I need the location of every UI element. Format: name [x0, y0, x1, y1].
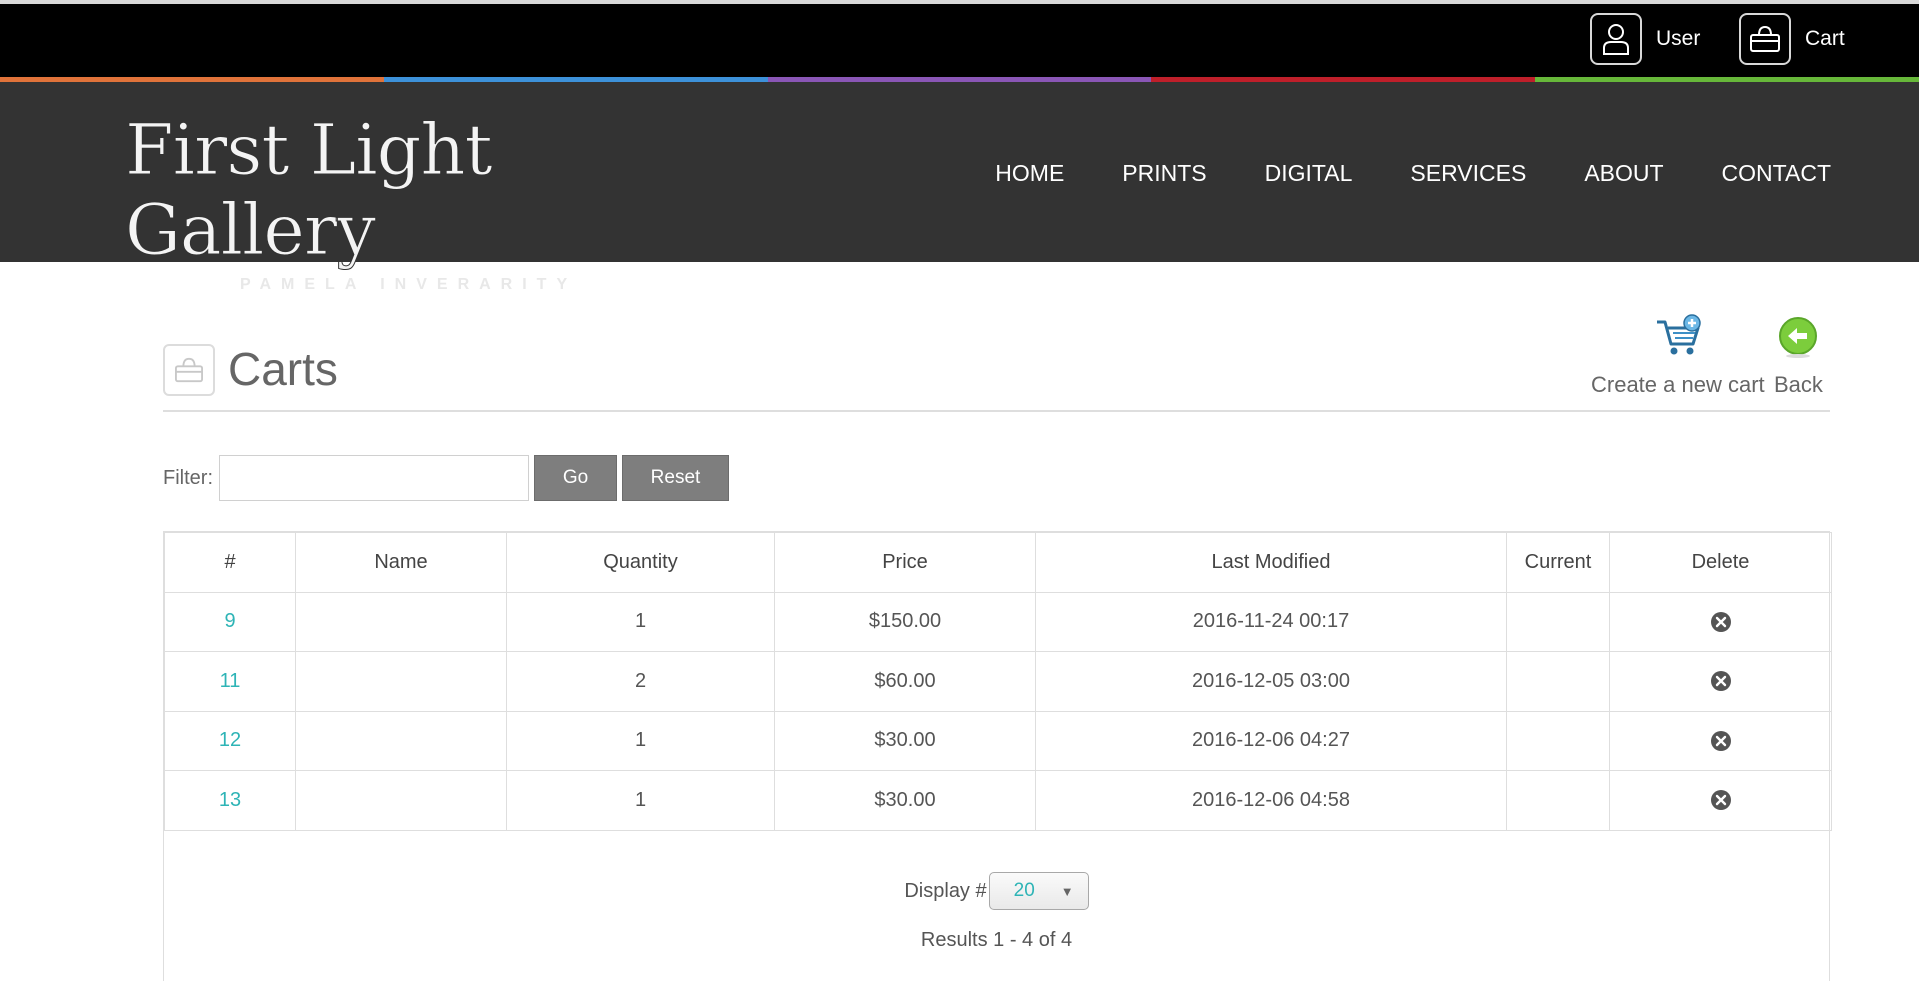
table-row: 13 1 $30.00 2016-12-06 04:58: [164, 770, 1832, 831]
cart-name: [295, 770, 507, 831]
column-header-delete: Delete: [1609, 532, 1832, 593]
table-row: 12 1 $30.00 2016-12-06 04:27: [164, 710, 1832, 771]
filter-input[interactable]: [219, 455, 529, 501]
cart-current: [1506, 710, 1610, 771]
column-header-number[interactable]: #: [164, 532, 296, 593]
reset-button[interactable]: Reset: [622, 455, 729, 501]
cart-price: $150.00: [774, 591, 1036, 652]
main-nav: HOME PRINTS DIGITAL SERVICES ABOUT CONTA…: [937, 160, 1831, 187]
basket-icon: [163, 344, 215, 396]
back-label: Back: [1774, 372, 1823, 397]
nav-digital[interactable]: DIGITAL: [1265, 160, 1353, 187]
delete-icon[interactable]: [1710, 670, 1732, 692]
back-arrow-icon: [1776, 314, 1820, 364]
nav-home[interactable]: HOME: [995, 160, 1064, 187]
cart-id-link[interactable]: 12: [219, 729, 241, 751]
cart-last-modified: 2016-12-06 04:27: [1035, 710, 1507, 771]
cart-quantity: 2: [506, 651, 775, 712]
cart-current: [1506, 591, 1610, 652]
cart-price: $30.00: [774, 710, 1036, 771]
cart-price: $30.00: [774, 770, 1036, 831]
cart-quantity: 1: [506, 591, 775, 652]
user-link[interactable]: User: [1590, 12, 1700, 66]
table-row: 11 2 $60.00 2016-12-05 03:00: [164, 651, 1832, 712]
carts-table: # Name Quantity Price Last Modified Curr…: [164, 532, 1832, 831]
filter-label: Filter:: [163, 466, 213, 489]
nav-services[interactable]: SERVICES: [1410, 160, 1526, 187]
cart-current: [1506, 770, 1610, 831]
cart-last-modified: 2016-12-06 04:58: [1035, 770, 1507, 831]
nav-about[interactable]: ABOUT: [1584, 160, 1663, 187]
display-count-row: Display # 20 ▼: [164, 872, 1829, 910]
cart-last-modified: 2016-11-24 00:17: [1035, 591, 1507, 652]
logo-subtitle: PAMELA INVERARITY: [240, 276, 578, 293]
cart-id-link[interactable]: 13: [219, 789, 241, 811]
cart-label: Cart: [1805, 27, 1845, 50]
chevron-down-icon: ▼: [1060, 883, 1074, 899]
cart-name: [295, 651, 507, 712]
column-header-current[interactable]: Current: [1506, 532, 1610, 593]
display-count-value: 20: [1013, 880, 1035, 901]
table-header-row: # Name Quantity Price Last Modified Curr…: [164, 532, 1832, 593]
column-header-name[interactable]: Name: [295, 532, 507, 593]
cart-name: [295, 710, 507, 771]
delete-icon[interactable]: [1710, 789, 1732, 811]
delete-icon[interactable]: [1710, 730, 1732, 752]
user-icon: [1590, 13, 1642, 65]
cart-last-modified: 2016-12-05 03:00: [1035, 651, 1507, 712]
display-count-select[interactable]: 20 ▼: [988, 872, 1089, 910]
user-label: User: [1656, 27, 1701, 50]
back-button[interactable]: Back: [1774, 314, 1823, 398]
logo[interactable]: First Light Gallery PAMELA INVERARITY: [125, 110, 715, 294]
nav-prints[interactable]: PRINTS: [1122, 160, 1206, 187]
nav-contact[interactable]: CONTACT: [1722, 160, 1831, 187]
page-heading: Carts Create a new cart Back: [163, 306, 1830, 412]
table-row: 9 1 $150.00 2016-11-24 00:17: [164, 591, 1832, 652]
column-header-price[interactable]: Price: [774, 532, 1036, 593]
add-cart-icon: [1653, 314, 1703, 364]
create-cart-button[interactable]: Create a new cart: [1591, 314, 1765, 398]
top-bar: User Cart: [0, 0, 1919, 77]
cart-name: [295, 591, 507, 652]
cart-quantity: 1: [506, 770, 775, 831]
cart-link[interactable]: Cart: [1739, 12, 1845, 66]
cart-quantity: 1: [506, 710, 775, 771]
logo-title: First Light Gallery: [125, 109, 494, 271]
filter-bar: Filter: Go Reset: [163, 455, 729, 501]
cart-current: [1506, 651, 1610, 712]
results-summary: Results 1 - 4 of 4: [920, 929, 1073, 951]
create-cart-label: Create a new cart: [1591, 372, 1765, 397]
go-button[interactable]: Go: [534, 455, 617, 501]
column-header-last-modified[interactable]: Last Modified: [1035, 532, 1507, 593]
delete-icon[interactable]: [1710, 611, 1732, 633]
site-header: First Light Gallery PAMELA INVERARITY HO…: [0, 82, 1919, 293]
basket-icon: [1739, 13, 1791, 65]
display-label: Display #: [904, 879, 987, 902]
cart-id-link[interactable]: 9: [224, 610, 235, 632]
page-title: Carts: [228, 343, 338, 395]
cart-id-link[interactable]: 11: [220, 670, 241, 692]
carts-table-panel: # Name Quantity Price Last Modified Curr…: [163, 531, 1832, 981]
column-header-quantity[interactable]: Quantity: [506, 532, 775, 593]
cart-price: $60.00: [774, 651, 1036, 712]
